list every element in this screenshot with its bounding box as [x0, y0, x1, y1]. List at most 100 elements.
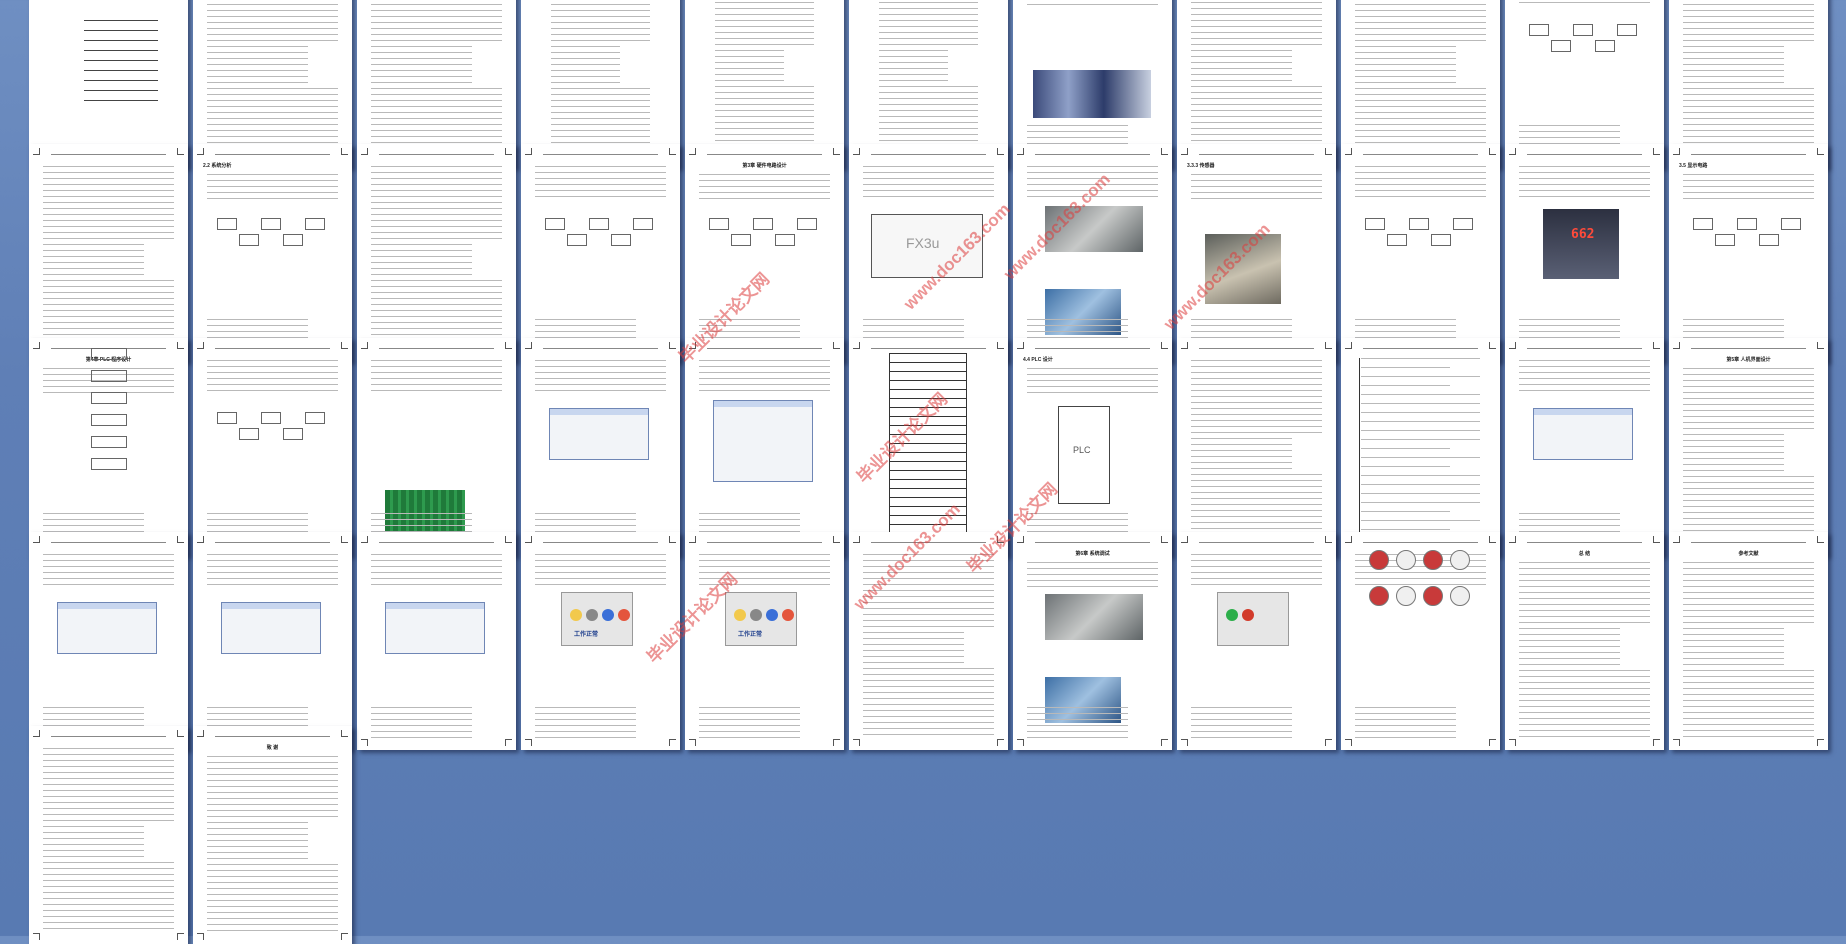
page-thumbnail[interactable]	[849, 532, 1008, 750]
page-thumbnail[interactable]: 3.5 显示电路	[1669, 144, 1828, 362]
page-header-rule	[215, 537, 330, 543]
text-line	[1683, 325, 1784, 326]
page-thumbnail[interactable]	[1505, 0, 1664, 168]
page-thumbnail[interactable]: 工作正常	[521, 532, 680, 750]
text-line	[1361, 520, 1480, 521]
page-thumbnail[interactable]	[1177, 0, 1336, 168]
figure-screenshot	[385, 602, 485, 654]
text-line	[879, 62, 948, 63]
text-line	[371, 28, 502, 29]
text-line	[1191, 516, 1322, 517]
page-thumbnail[interactable]	[1177, 338, 1336, 556]
text-line	[1027, 713, 1128, 714]
page-thumbnail[interactable]: 3.3.3 传感器	[1177, 144, 1336, 362]
page-thumbnail[interactable]	[1013, 144, 1172, 362]
page-thumbnail[interactable]: 2.1 系统方案设计	[1341, 0, 1500, 168]
crop-mark	[1489, 342, 1496, 349]
figure-diagram	[217, 398, 327, 458]
text-line	[371, 172, 502, 173]
page-thumbnail[interactable]: 致 谢	[193, 726, 352, 944]
text-line	[863, 584, 994, 585]
text-line	[535, 707, 636, 708]
text-line	[43, 719, 144, 720]
page-thumbnail[interactable]	[521, 144, 680, 362]
page-thumbnail[interactable]	[849, 338, 1008, 556]
text-line	[1191, 174, 1322, 175]
page-thumbnail[interactable]: 第1章 绪 论	[1013, 0, 1172, 168]
text-line	[43, 784, 174, 785]
text-line	[43, 220, 174, 221]
text-line	[207, 768, 338, 769]
page-thumbnail[interactable]: 毕业设计（论文）	[29, 0, 188, 168]
page-thumbnail[interactable]	[193, 338, 352, 556]
crop-mark	[1017, 739, 1024, 746]
page-thumbnail[interactable]	[685, 0, 844, 168]
text-line	[1519, 592, 1650, 593]
figure-photo	[1045, 206, 1143, 252]
figure-screenshot	[1533, 408, 1633, 460]
text-line	[1355, 64, 1456, 65]
page-thumbnail[interactable]	[521, 338, 680, 556]
page-thumbnail[interactable]: Design of sealing machine control system…	[357, 0, 516, 168]
page-thumbnail[interactable]: FX3u	[849, 144, 1008, 362]
text-line	[1683, 574, 1814, 575]
text-line	[1519, 694, 1650, 695]
page-thumbnail[interactable]	[1505, 338, 1664, 556]
crop-mark	[1817, 739, 1824, 746]
page-thumbnail[interactable]: 4.4 PLC 设计 PLC	[1013, 338, 1172, 556]
page-thumbnail[interactable]	[357, 144, 516, 362]
page-thumbnail[interactable]: 第6章 系统调试	[1013, 532, 1172, 750]
crop-mark	[197, 536, 204, 543]
text-line	[371, 10, 502, 11]
text-line	[43, 916, 174, 917]
figure-screenshot	[57, 602, 157, 654]
page-thumbnail[interactable]: 662	[1505, 144, 1664, 362]
text-line	[371, 178, 502, 179]
page-thumbnail[interactable]	[29, 532, 188, 750]
crop-mark	[177, 730, 184, 737]
text-line	[879, 2, 978, 3]
text-line	[715, 134, 814, 135]
text-line	[879, 74, 948, 75]
page-thumbnail[interactable]: 第5章 人机界面设计	[1669, 338, 1828, 556]
page-thumbnail[interactable]: 工作正常	[685, 532, 844, 750]
text-line	[699, 519, 800, 520]
page-thumbnail[interactable]	[357, 338, 516, 556]
text-line	[1027, 586, 1158, 587]
text-line	[1683, 682, 1814, 683]
page-thumbnail[interactable]	[357, 532, 516, 750]
page-thumbnail[interactable]	[1177, 532, 1336, 750]
page-thumbnail[interactable]	[685, 338, 844, 556]
text-line	[1027, 137, 1128, 138]
crop-mark	[669, 739, 676, 746]
page-thumbnail[interactable]: 参考文献	[1669, 532, 1828, 750]
page-thumbnail[interactable]	[29, 726, 188, 944]
text-line	[1519, 196, 1650, 197]
text-line	[371, 16, 502, 17]
text-line	[863, 680, 994, 681]
text-line	[1683, 180, 1814, 181]
page-thumbnail[interactable]: 目 录	[521, 0, 680, 168]
page-thumbnail[interactable]: 总 结	[1505, 532, 1664, 750]
page-thumbnail[interactable]: 2.3.3 工业触摸屏的选择与设计	[1669, 0, 1828, 168]
page-thumbnail[interactable]: 第4章 PLC 程序设计	[29, 338, 188, 556]
text-line	[1027, 380, 1158, 381]
page-thumbnail[interactable]	[1341, 532, 1500, 750]
page-thumbnail[interactable]	[849, 0, 1008, 168]
text-line	[1355, 46, 1456, 47]
text-line	[1027, 368, 1158, 369]
text-line	[1683, 530, 1814, 531]
page-thumbnail[interactable]	[1341, 338, 1500, 556]
text-line	[715, 104, 814, 105]
page-thumbnail[interactable]	[1341, 144, 1500, 362]
cover-field-line	[84, 20, 158, 21]
text-line	[1683, 724, 1814, 725]
page-thumbnail[interactable]: 第3章 硬件电路设计	[685, 144, 844, 362]
text-line	[1519, 190, 1650, 191]
page-thumbnail[interactable]	[29, 144, 188, 362]
key-icon	[1396, 586, 1416, 606]
page-thumbnail[interactable]: 2.2 系统分析	[193, 144, 352, 362]
crop-mark	[33, 148, 40, 155]
page-thumbnail[interactable]: 摘 要	[193, 0, 352, 168]
page-thumbnail[interactable]	[193, 532, 352, 750]
